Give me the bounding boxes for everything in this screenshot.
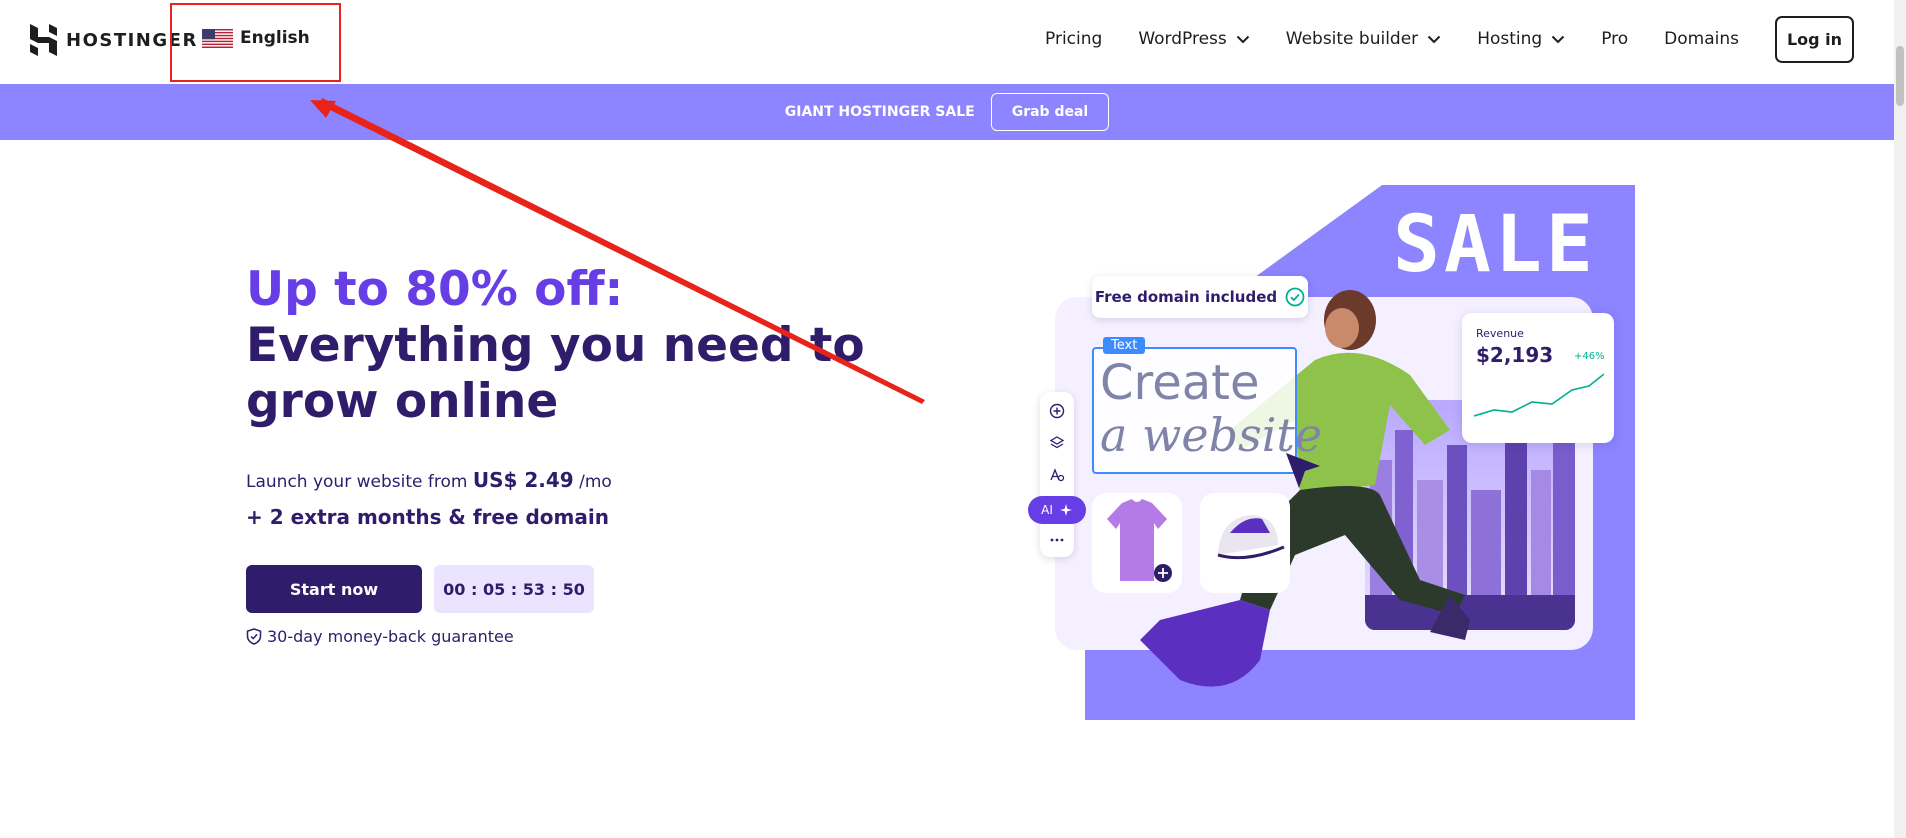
promo-banner: GIANT HOSTINGER SALE Grab deal xyxy=(0,84,1894,140)
nav-item-domains[interactable]: Domains xyxy=(1664,29,1739,49)
cursor-icon xyxy=(1286,453,1320,488)
nav-item-website-builder[interactable]: Website builder xyxy=(1286,29,1441,49)
nav-item-label: Pro xyxy=(1601,29,1629,49)
plus-circle-icon xyxy=(1049,403,1065,419)
grab-deal-button[interactable]: Grab deal xyxy=(990,93,1110,131)
ai-assistant-pill: AI xyxy=(1028,496,1086,524)
chevron-down-icon xyxy=(1236,35,1249,43)
nav-item-label: Website builder xyxy=(1285,29,1419,49)
revenue-sparkline xyxy=(1474,373,1604,417)
hostinger-logo-icon xyxy=(30,24,57,56)
extra-offer: + 2 extra months & free domain xyxy=(246,505,609,529)
check-circle-icon xyxy=(1285,287,1305,307)
main-nav: Pricing WordPress Website builder Hostin… xyxy=(1045,0,1739,78)
shield-check-icon xyxy=(246,628,262,645)
hero-title: Up to 80% off: Everything you need to gr… xyxy=(246,262,866,430)
nav-item-pricing[interactable]: Pricing xyxy=(1045,29,1102,49)
page-scrollbar[interactable] xyxy=(1894,0,1906,838)
nav-item-wordpress[interactable]: WordPress xyxy=(1138,29,1249,49)
nav-item-label: Domains xyxy=(1664,29,1739,49)
countdown-timer: 00 : 05 : 53 : 50 xyxy=(434,565,594,613)
revenue-delta: +46% xyxy=(1574,351,1605,362)
login-button[interactable]: Log in xyxy=(1775,16,1854,63)
chevron-down-icon xyxy=(1427,35,1441,43)
more-icon xyxy=(1050,538,1064,542)
create-heading-line1: Create xyxy=(1100,355,1260,411)
cap-image xyxy=(1217,515,1285,560)
revenue-card: Revenue $2,193 +46% xyxy=(1462,313,1614,443)
tshirt-image xyxy=(1107,499,1172,582)
text-tag-label: Text xyxy=(1103,337,1146,354)
revenue-label: Revenue xyxy=(1476,327,1524,340)
nav-item-hosting[interactable]: Hosting xyxy=(1477,29,1565,49)
text-style-icon xyxy=(1050,468,1065,482)
price-value: US$ 2.49 xyxy=(472,468,574,492)
price-prefix: Launch your website from xyxy=(246,472,468,492)
promo-text: GIANT HOSTINGER SALE xyxy=(784,104,975,120)
nav-item-pro[interactable]: Pro xyxy=(1601,29,1628,49)
price-line: Launch your website from US$ 2.49 /mo xyxy=(246,468,612,492)
start-now-button[interactable]: Start now xyxy=(246,565,422,613)
chevron-down-icon xyxy=(1551,35,1565,43)
scrollbar-thumb[interactable] xyxy=(1896,46,1904,106)
layers-icon xyxy=(1049,436,1065,449)
price-suffix: /mo xyxy=(579,472,612,492)
guarantee-text: 30-day money-back guarantee xyxy=(267,627,514,646)
product-card-tshirt xyxy=(1092,493,1182,593)
ai-label: AI xyxy=(1041,503,1053,517)
nav-item-label: Pricing xyxy=(1045,29,1103,49)
sparkle-icon xyxy=(1059,504,1072,516)
hero-title-main: Everything you need to grow online xyxy=(246,318,865,429)
annotation-highlight-box xyxy=(170,3,341,82)
nav-item-label: Hosting xyxy=(1477,29,1543,49)
hero-title-accent: Up to 80% off: xyxy=(246,262,624,317)
revenue-value: $2,193 xyxy=(1476,343,1554,367)
free-domain-text: Free domain included xyxy=(1094,288,1278,306)
nav-item-label: WordPress xyxy=(1138,29,1227,49)
money-back-guarantee: 30-day money-back guarantee xyxy=(246,627,514,646)
free-domain-badge: Free domain included xyxy=(1092,276,1308,318)
product-card-cap xyxy=(1200,493,1290,593)
editor-toolbar xyxy=(1040,392,1074,557)
sale-graphic-text: SALE xyxy=(1393,200,1597,290)
